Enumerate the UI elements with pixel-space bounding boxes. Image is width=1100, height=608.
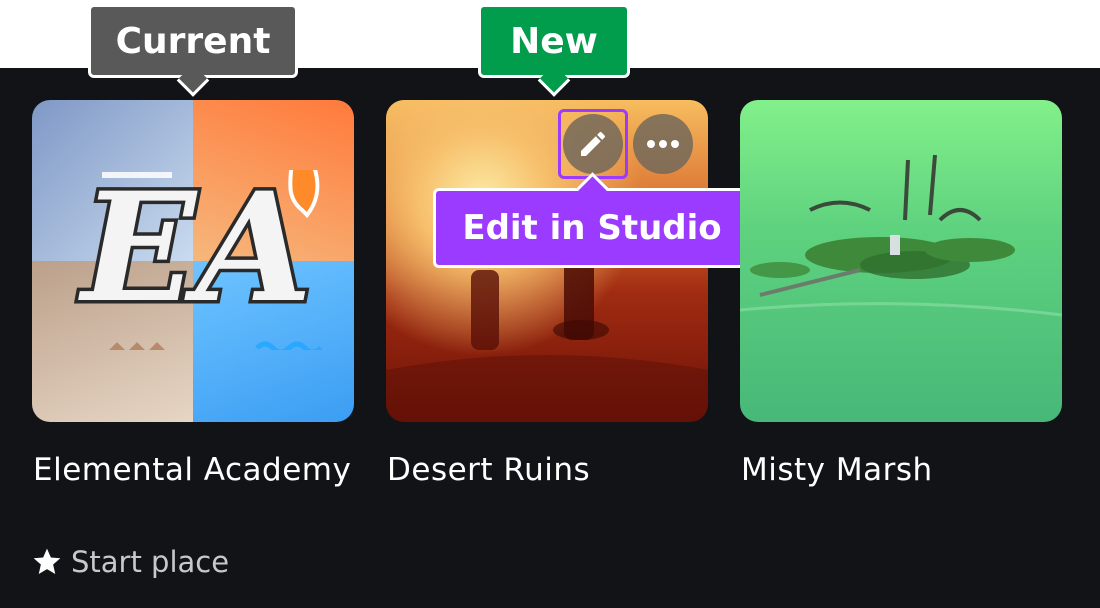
- edit-button[interactable]: [558, 109, 628, 179]
- more-options-button[interactable]: [633, 114, 693, 174]
- edit-in-studio-tooltip: Edit in Studio: [433, 188, 751, 268]
- place-title-desert-ruins[interactable]: Desert Ruins: [387, 448, 709, 492]
- places-page: Current New EA Elemental Academy Start p…: [0, 0, 1100, 608]
- place-thumbnail-misty-marsh[interactable]: [740, 100, 1062, 422]
- current-tag: Current: [88, 4, 298, 78]
- ea-logo: EA: [74, 170, 323, 350]
- place-title-elemental-academy[interactable]: Elemental Academy: [33, 448, 355, 492]
- marsh-islands: [740, 154, 1062, 317]
- place-thumbnail-elemental-academy[interactable]: EA: [32, 100, 354, 422]
- new-tag: New: [478, 4, 630, 78]
- place-title-misty-marsh[interactable]: Misty Marsh: [741, 448, 1063, 492]
- more-options-icon: [647, 140, 679, 148]
- star-icon: [33, 548, 61, 574]
- start-place-indicator: Start place: [31, 540, 229, 584]
- svg-text:EA: EA: [78, 170, 313, 336]
- edit-button-circle: [563, 114, 623, 174]
- pencil-icon: [581, 132, 605, 156]
- start-place-label: Start place: [71, 545, 230, 579]
